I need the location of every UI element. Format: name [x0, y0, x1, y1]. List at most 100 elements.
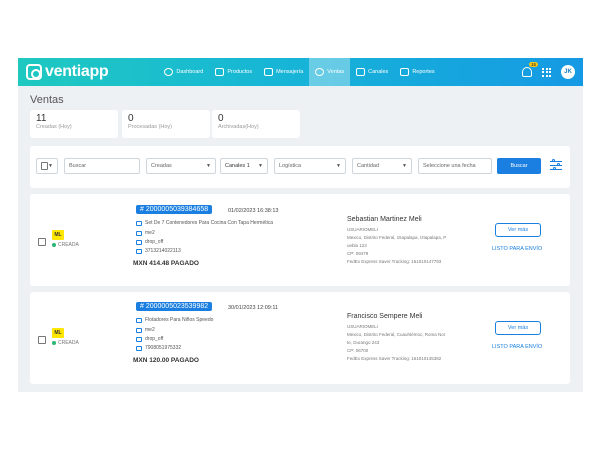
order-status-label: CREADA: [58, 242, 79, 248]
nav-item-productos[interactable]: Productos: [209, 58, 258, 86]
nav-label: Ventas: [327, 69, 345, 75]
sku: me2: [145, 327, 155, 333]
select-all-dropdown[interactable]: ▼: [36, 158, 58, 174]
stat-card-processed: 0 Procesadas (Hoy): [122, 110, 210, 138]
stat-value: 0: [128, 113, 134, 124]
customer-postal: CP: 09479: [347, 251, 369, 256]
logistics-select-value: Logística: [279, 163, 302, 169]
product-name[interactable]: Flotadores Para Niños Speedo: [145, 317, 213, 323]
view-more-button[interactable]: Ver más: [495, 223, 541, 237]
customer-address: Mexico, Distrito Federal, Iztapalapa, Iz…: [347, 235, 447, 240]
order-id-badge[interactable]: # 2000005023539982: [136, 302, 213, 311]
product-name[interactable]: Set De 7 Contenedores Para Cocina Con Ta…: [145, 220, 273, 226]
customer-name: Sebastian Martinez Meli: [347, 216, 422, 223]
stat-value: 11: [36, 113, 47, 124]
channels-select[interactable]: Canales 1 ▼: [220, 158, 268, 174]
shipping-status: LISTO PARA ENVÍO: [492, 344, 543, 350]
quantity-select[interactable]: Cantidad ▼: [352, 158, 412, 174]
order-date: 01/02/2023 16:38:13: [228, 208, 279, 214]
logo-icon: [26, 64, 42, 80]
chevron-down-icon: ▼: [48, 163, 53, 169]
order-amount: MXN 120.00 PAGADO: [133, 357, 199, 364]
tag-icon: [136, 230, 142, 236]
nav-item-dashboard[interactable]: Dashboard: [158, 58, 209, 86]
chevron-down-icon: ▼: [206, 163, 211, 169]
stat-label: Archivadas(Hoy): [218, 124, 259, 130]
stat-label: Procesadas (Hoy): [128, 124, 173, 130]
status-dot-icon: [52, 243, 56, 247]
logistic: drop_off: [145, 336, 164, 342]
order-card: ML CREADA # 2000005039384658 01/02/2023 …: [30, 194, 570, 286]
customer-postal: CP: 06700: [347, 348, 369, 353]
sku-line: me2: [136, 230, 155, 236]
search-button[interactable]: Buscar: [497, 158, 541, 174]
date-picker-input[interactable]: Seleccione una fecha: [418, 158, 492, 174]
filter-bar: ▼ Buscar Creadas ▼ Canales 1 ▼ Logística…: [30, 146, 570, 188]
stat-value: 0: [218, 113, 224, 124]
order-checkbox[interactable]: [38, 336, 46, 344]
view-more-button[interactable]: Ver más: [495, 321, 541, 335]
nav-item-reportes[interactable]: Reportes: [394, 58, 440, 86]
select-all-checkbox[interactable]: [41, 162, 49, 170]
truck-icon: [136, 336, 142, 342]
shipping-status: LISTO PARA ENVÍO: [492, 246, 543, 252]
topbar-actions: 15 JK: [522, 62, 575, 79]
order-date: 30/01/2023 12:09:11: [228, 305, 279, 311]
quantity-select-value: Cantidad: [357, 163, 380, 169]
notification-count-badge: 15: [528, 62, 538, 67]
chart-icon: [400, 68, 410, 76]
logistic-line: drop_off: [136, 336, 163, 342]
channel-badge: ML: [52, 230, 64, 240]
cloud-icon: [164, 68, 174, 76]
nav-label: Mensajería: [276, 69, 304, 75]
order-status: CREADA: [52, 242, 79, 248]
paper-plane-icon: [264, 68, 274, 76]
nav-item-ventas[interactable]: Ventas: [309, 58, 351, 86]
truck-icon: [136, 239, 142, 245]
barcode-icon: [136, 345, 142, 351]
sku: me2: [145, 230, 155, 236]
customer-user: USUARIOMELI: [347, 324, 379, 329]
order-checkbox[interactable]: [38, 238, 46, 246]
status-select-value: Creadas: [151, 163, 172, 169]
logo-text: ventiapp: [45, 63, 109, 80]
status-select[interactable]: Creadas ▼: [146, 158, 216, 174]
logistic: drop_off: [145, 239, 164, 245]
nav-label: Canales: [368, 69, 389, 75]
app-logo[interactable]: ventiapp: [26, 63, 109, 81]
cart-icon: [136, 317, 142, 323]
tracking-code: 3713214022113: [145, 248, 181, 254]
search-input[interactable]: Buscar: [64, 158, 140, 174]
order-card: ML CREADA # 2000005023539982 30/01/2023 …: [30, 292, 570, 384]
user-avatar[interactable]: JK: [561, 65, 575, 79]
order-status-label: CREADA: [58, 340, 79, 346]
app-window: ventiapp Dashboard Productos Mensajería …: [18, 58, 583, 392]
product-line: Set De 7 Contenedores Para Cocina Con Ta…: [136, 220, 273, 226]
logistic-line: drop_off: [136, 239, 163, 245]
stat-card-created: 11 Creadas (Hoy): [30, 110, 118, 138]
tag-icon: [136, 327, 142, 333]
carrier-tracking: FedEx Express Saver Tracking: 1610101477…: [347, 259, 442, 264]
notifications-bell-icon[interactable]: 15: [522, 62, 538, 77]
sku-line: me2: [136, 327, 155, 333]
chevron-down-icon: ▼: [402, 163, 407, 169]
stat-card-archived: 0 Archivadas(Hoy): [212, 110, 300, 138]
nav-item-mensajeria[interactable]: Mensajería: [258, 58, 309, 86]
box-icon: [215, 68, 225, 76]
product-line: Flotadores Para Niños Speedo: [136, 317, 213, 323]
nav-label: Reportes: [412, 69, 435, 75]
order-id-badge[interactable]: # 2000005039384658: [136, 205, 213, 214]
logistics-select[interactable]: Logística ▼: [274, 158, 346, 174]
apps-grid-icon[interactable]: [542, 67, 551, 77]
nav-label: Dashboard: [176, 69, 204, 75]
monitor-icon: [356, 68, 366, 76]
nav-label: Productos: [227, 69, 253, 75]
customer-name: Francisco Sempere Meli: [347, 313, 423, 320]
nav-item-canales[interactable]: Canales: [350, 58, 394, 86]
customer-address-cont: te, Durango 243: [347, 340, 380, 345]
filter-settings-icon[interactable]: [550, 159, 562, 171]
channels-select-value: Canales 1: [225, 163, 250, 169]
carrier-tracking: FedEx Express Saver Tracking: 1610101453…: [347, 356, 442, 361]
order-amount: MXN 414.48 PAGADO: [133, 260, 199, 267]
tracking-line: 7908051975332: [136, 345, 181, 351]
